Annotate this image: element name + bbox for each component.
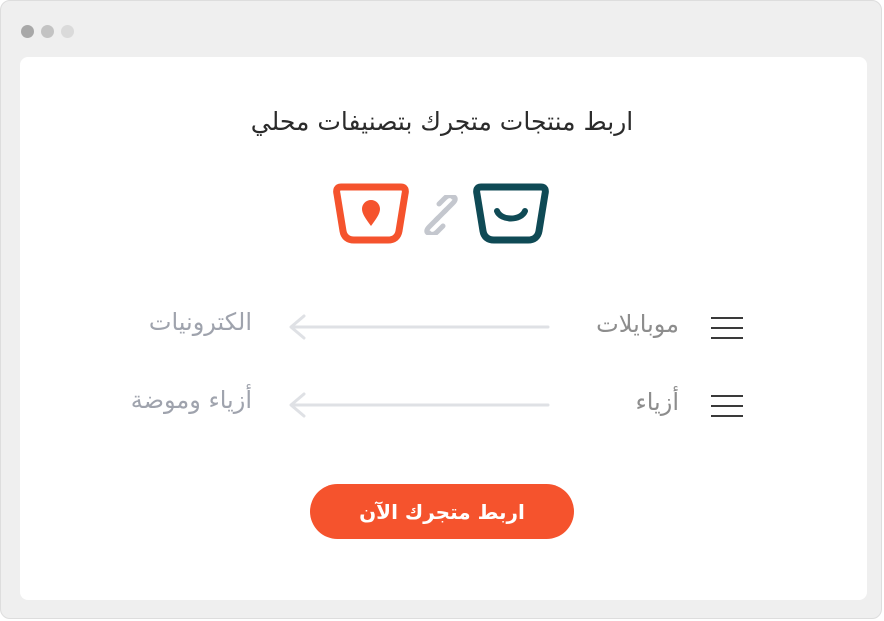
- source-category-label: أزياء: [635, 388, 679, 416]
- target-category-label: أزياء وموضة: [130, 386, 252, 414]
- arrow-left-icon: [289, 314, 550, 340]
- window-dot-2[interactable]: [41, 25, 54, 38]
- source-category-label: موبايلات: [596, 310, 679, 338]
- drag-handle-icon[interactable]: [711, 317, 743, 339]
- mapping-row: أزياء أزياء وموضة: [0, 384, 884, 424]
- connect-store-button[interactable]: اربط متجرك الآن: [310, 484, 574, 539]
- teal-smile-bag-icon: [473, 183, 549, 244]
- window-dot-3[interactable]: [61, 25, 74, 38]
- page-title: اربط منتجات متجرك بتصنيفات محلي: [250, 107, 634, 136]
- arrow-left-icon: [289, 392, 550, 418]
- drag-handle-icon[interactable]: [711, 395, 743, 417]
- orange-shopping-bag-pin-icon: [333, 183, 409, 244]
- window-controls: [21, 25, 74, 38]
- mapping-row: موبايلات الكترونيات: [0, 306, 884, 346]
- target-category-label: الكترونيات: [148, 308, 252, 336]
- link-chain-icon: [424, 195, 458, 235]
- window-dot-1[interactable]: [21, 25, 34, 38]
